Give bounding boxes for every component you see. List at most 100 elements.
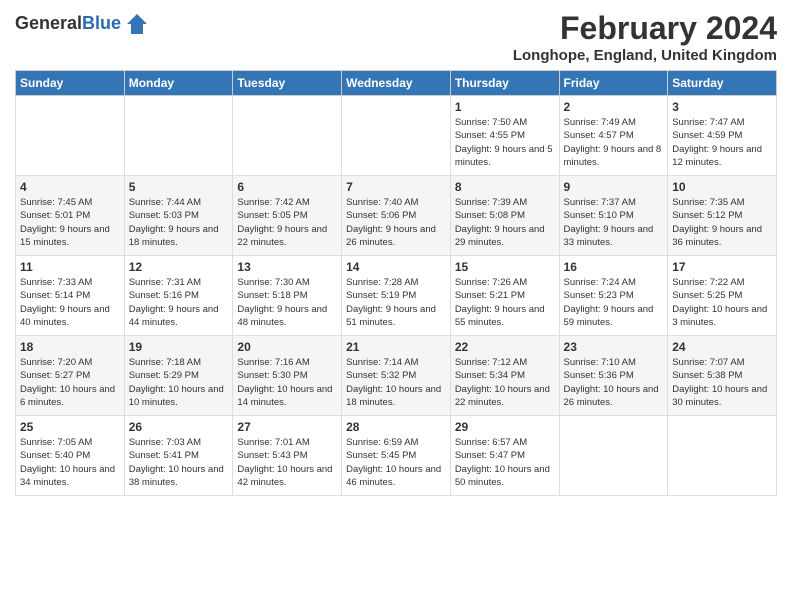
day-info: Sunrise: 7:03 AM Sunset: 5:41 PM Dayligh… bbox=[129, 436, 229, 489]
day-number: 8 bbox=[455, 180, 555, 194]
day-number: 15 bbox=[455, 260, 555, 274]
day-number: 2 bbox=[564, 100, 664, 114]
title-block: February 2024 Longhope, England, United … bbox=[513, 10, 777, 64]
day-info: Sunrise: 7:12 AM Sunset: 5:34 PM Dayligh… bbox=[455, 356, 555, 409]
calendar-cell: 1 Sunrise: 7:50 AM Sunset: 4:55 PM Daylig… bbox=[450, 96, 559, 176]
day-number: 21 bbox=[346, 340, 446, 354]
day-info: Sunrise: 7:01 AM Sunset: 5:43 PM Dayligh… bbox=[237, 436, 337, 489]
day-number: 13 bbox=[237, 260, 337, 274]
day-info: Sunrise: 7:16 AM Sunset: 5:30 PM Dayligh… bbox=[237, 356, 337, 409]
calendar-cell bbox=[668, 416, 777, 496]
day-number: 1 bbox=[455, 100, 555, 114]
day-number: 6 bbox=[237, 180, 337, 194]
calendar-cell: 14 Sunrise: 7:28 AM Sunset: 5:19 PM Dayli… bbox=[342, 256, 451, 336]
calendar-cell: 7 Sunrise: 7:40 AM Sunset: 5:06 PM Daylig… bbox=[342, 176, 451, 256]
calendar-cell: 25Sunrise: 7:05 AM Sunset: 5:40 PM Dayli… bbox=[16, 416, 125, 496]
calendar-header: SundayMondayTuesdayWednesdayThursdayFrid… bbox=[16, 71, 777, 96]
calendar-week-5: 25Sunrise: 7:05 AM Sunset: 5:40 PM Dayli… bbox=[16, 416, 777, 496]
day-info: Sunrise: 7:14 AM Sunset: 5:32 PM Dayligh… bbox=[346, 356, 446, 409]
calendar-cell: 3 Sunrise: 7:47 AM Sunset: 4:59 PM Daylig… bbox=[668, 96, 777, 176]
day-number: 3 bbox=[672, 100, 772, 114]
day-info: Sunrise: 7:39 AM Sunset: 5:08 PM Dayligh… bbox=[455, 196, 555, 249]
day-info: Sunrise: 7:35 AM Sunset: 5:12 PM Dayligh… bbox=[672, 196, 772, 249]
calendar-cell: 5 Sunrise: 7:44 AM Sunset: 5:03 PM Daylig… bbox=[124, 176, 233, 256]
day-number: 29 bbox=[455, 420, 555, 434]
day-info: Sunrise: 7:07 AM Sunset: 5:38 PM Dayligh… bbox=[672, 356, 772, 409]
calendar-body: 1 Sunrise: 7:50 AM Sunset: 4:55 PM Daylig… bbox=[16, 96, 777, 496]
day-info: Sunrise: 7:44 AM Sunset: 5:03 PM Dayligh… bbox=[129, 196, 229, 249]
day-number: 7 bbox=[346, 180, 446, 194]
day-info: Sunrise: 7:24 AM Sunset: 5:23 PM Dayligh… bbox=[564, 276, 664, 329]
day-number: 22 bbox=[455, 340, 555, 354]
weekday-header-saturday: Saturday bbox=[668, 71, 777, 96]
day-info: Sunrise: 7:40 AM Sunset: 5:06 PM Dayligh… bbox=[346, 196, 446, 249]
day-info: Sunrise: 7:45 AM Sunset: 5:01 PM Dayligh… bbox=[20, 196, 120, 249]
day-number: 12 bbox=[129, 260, 229, 274]
day-info: Sunrise: 7:20 AM Sunset: 5:27 PM Dayligh… bbox=[20, 356, 120, 409]
calendar-cell bbox=[124, 96, 233, 176]
weekday-header-monday: Monday bbox=[124, 71, 233, 96]
day-info: Sunrise: 7:47 AM Sunset: 4:59 PM Dayligh… bbox=[672, 116, 772, 169]
day-number: 11 bbox=[20, 260, 120, 274]
day-info: Sunrise: 7:31 AM Sunset: 5:16 PM Dayligh… bbox=[129, 276, 229, 329]
calendar-cell: 18Sunrise: 7:20 AM Sunset: 5:27 PM Dayli… bbox=[16, 336, 125, 416]
calendar-cell: 9 Sunrise: 7:37 AM Sunset: 5:10 PM Daylig… bbox=[559, 176, 668, 256]
calendar-cell: 2Sunrise: 7:49 AM Sunset: 4:57 PM Daylig… bbox=[559, 96, 668, 176]
calendar-cell: 20 Sunrise: 7:16 AM Sunset: 5:30 PM Dayli… bbox=[233, 336, 342, 416]
calendar-cell: 19 Sunrise: 7:18 AM Sunset: 5:29 PM Dayli… bbox=[124, 336, 233, 416]
calendar-cell: 15Sunrise: 7:26 AM Sunset: 5:21 PM Dayli… bbox=[450, 256, 559, 336]
weekday-header-wednesday: Wednesday bbox=[342, 71, 451, 96]
calendar-cell: 24Sunrise: 7:07 AM Sunset: 5:38 PM Dayli… bbox=[668, 336, 777, 416]
day-number: 19 bbox=[129, 340, 229, 354]
day-info: Sunrise: 7:42 AM Sunset: 5:05 PM Dayligh… bbox=[237, 196, 337, 249]
calendar-cell: 29Sunrise: 6:57 AM Sunset: 5:47 PM Dayli… bbox=[450, 416, 559, 496]
weekday-header-friday: Friday bbox=[559, 71, 668, 96]
calendar-cell: 13Sunrise: 7:30 AM Sunset: 5:18 PM Dayli… bbox=[233, 256, 342, 336]
calendar-cell: 10Sunrise: 7:35 AM Sunset: 5:12 PM Dayli… bbox=[668, 176, 777, 256]
day-info: Sunrise: 7:22 AM Sunset: 5:25 PM Dayligh… bbox=[672, 276, 772, 329]
day-info: Sunrise: 7:28 AM Sunset: 5:19 PM Dayligh… bbox=[346, 276, 446, 329]
calendar-cell: 28 Sunrise: 6:59 AM Sunset: 5:45 PM Dayli… bbox=[342, 416, 451, 496]
day-info: Sunrise: 7:33 AM Sunset: 5:14 PM Dayligh… bbox=[20, 276, 120, 329]
logo-icon bbox=[123, 10, 151, 38]
weekday-header-tuesday: Tuesday bbox=[233, 71, 342, 96]
month-title: February 2024 bbox=[513, 10, 777, 47]
calendar-cell: 17 Sunrise: 7:22 AM Sunset: 5:25 PM Dayli… bbox=[668, 256, 777, 336]
day-info: Sunrise: 7:18 AM Sunset: 5:29 PM Dayligh… bbox=[129, 356, 229, 409]
day-number: 27 bbox=[237, 420, 337, 434]
day-number: 9 bbox=[564, 180, 664, 194]
calendar-cell: 8 Sunrise: 7:39 AM Sunset: 5:08 PM Daylig… bbox=[450, 176, 559, 256]
logo-general-text: General bbox=[15, 13, 82, 33]
calendar-week-2: 4 Sunrise: 7:45 AM Sunset: 5:01 PM Daylig… bbox=[16, 176, 777, 256]
day-info: Sunrise: 7:37 AM Sunset: 5:10 PM Dayligh… bbox=[564, 196, 664, 249]
day-number: 14 bbox=[346, 260, 446, 274]
calendar-cell: 6 Sunrise: 7:42 AM Sunset: 5:05 PM Daylig… bbox=[233, 176, 342, 256]
calendar-cell: 26Sunrise: 7:03 AM Sunset: 5:41 PM Dayli… bbox=[124, 416, 233, 496]
day-number: 28 bbox=[346, 420, 446, 434]
day-number: 17 bbox=[672, 260, 772, 274]
day-number: 16 bbox=[564, 260, 664, 274]
calendar-week-3: 11 Sunrise: 7:33 AM Sunset: 5:14 PM Dayli… bbox=[16, 256, 777, 336]
calendar-cell: 4 Sunrise: 7:45 AM Sunset: 5:01 PM Daylig… bbox=[16, 176, 125, 256]
calendar-cell bbox=[559, 416, 668, 496]
header-row: SundayMondayTuesdayWednesdayThursdayFrid… bbox=[16, 71, 777, 96]
day-info: Sunrise: 6:59 AM Sunset: 5:45 PM Dayligh… bbox=[346, 436, 446, 489]
calendar-cell: 27 Sunrise: 7:01 AM Sunset: 5:43 PM Dayli… bbox=[233, 416, 342, 496]
logo: GeneralBlue bbox=[15, 10, 151, 38]
day-info: Sunrise: 7:05 AM Sunset: 5:40 PM Dayligh… bbox=[20, 436, 120, 489]
weekday-header-sunday: Sunday bbox=[16, 71, 125, 96]
page-header: GeneralBlue February 2024 Longhope, Engl… bbox=[15, 10, 777, 64]
day-info: Sunrise: 7:10 AM Sunset: 5:36 PM Dayligh… bbox=[564, 356, 664, 409]
day-number: 5 bbox=[129, 180, 229, 194]
location-text: Longhope, England, United Kingdom bbox=[513, 47, 777, 64]
day-info: Sunrise: 7:50 AM Sunset: 4:55 PM Dayligh… bbox=[455, 116, 555, 169]
calendar-cell: 21 Sunrise: 7:14 AM Sunset: 5:32 PM Dayli… bbox=[342, 336, 451, 416]
calendar-cell bbox=[16, 96, 125, 176]
day-number: 4 bbox=[20, 180, 120, 194]
calendar-cell bbox=[233, 96, 342, 176]
calendar-week-1: 1 Sunrise: 7:50 AM Sunset: 4:55 PM Daylig… bbox=[16, 96, 777, 176]
day-number: 20 bbox=[237, 340, 337, 354]
calendar-week-4: 18Sunrise: 7:20 AM Sunset: 5:27 PM Dayli… bbox=[16, 336, 777, 416]
logo-blue-text: Blue bbox=[82, 13, 121, 33]
calendar-cell: 16 Sunrise: 7:24 AM Sunset: 5:23 PM Dayli… bbox=[559, 256, 668, 336]
